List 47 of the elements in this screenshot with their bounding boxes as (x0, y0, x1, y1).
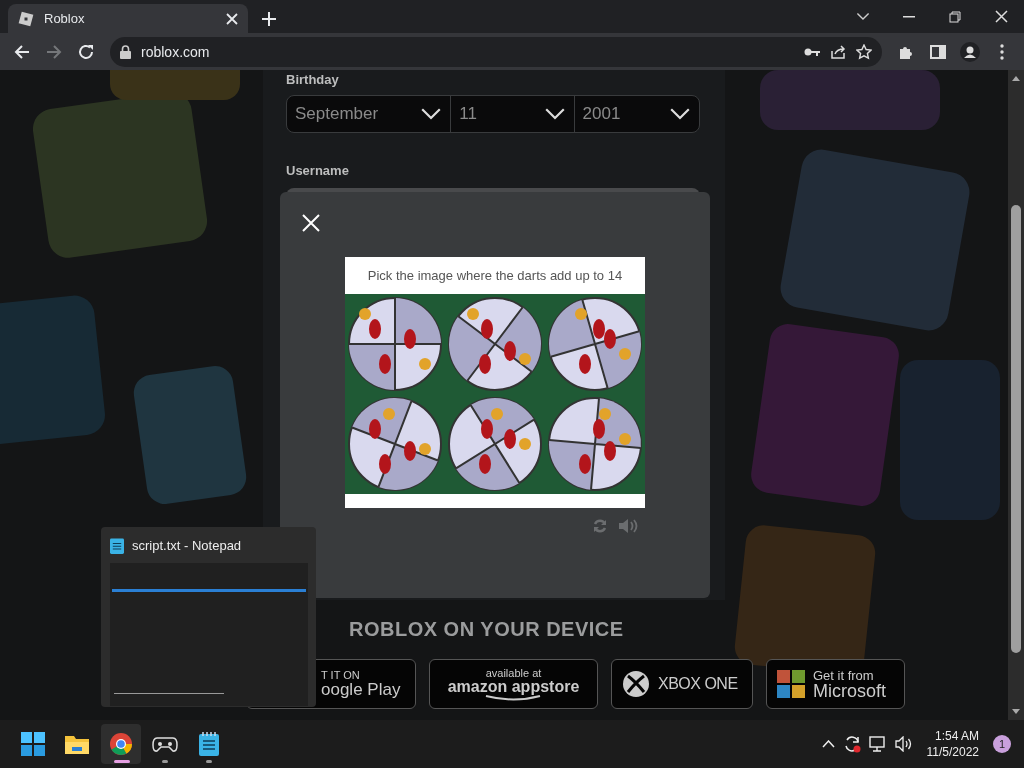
windows-logo-icon (777, 670, 805, 698)
store-badge[interactable]: XBOX ONE (611, 659, 753, 709)
scrollbar[interactable] (1008, 70, 1024, 720)
notification-badge[interactable]: 1 (993, 735, 1011, 753)
badge-store-name: Microsoft (813, 681, 886, 700)
chevron-up-icon[interactable] (821, 740, 835, 748)
close-icon[interactable] (302, 214, 320, 232)
windows-start-icon (21, 732, 45, 756)
badge-caption: Get it from (813, 668, 875, 682)
badge-store-name: XBOX ONE (658, 675, 738, 693)
gamepad-icon (152, 735, 178, 753)
clock-date[interactable]: 11/5/2022 (926, 744, 979, 760)
chrome-icon (109, 732, 133, 756)
close-tab-icon[interactable] (226, 12, 238, 25)
notepad-icon (110, 537, 124, 554)
taskbar-thumbnail-tooltip[interactable]: script.txt - Notepad (101, 527, 316, 707)
chevron-down-icon (856, 12, 870, 21)
badge-store-name: oogle Play (321, 681, 401, 698)
key-icon[interactable] (804, 46, 820, 57)
share-icon[interactable] (830, 43, 846, 60)
notepad-icon (199, 732, 219, 756)
star-icon[interactable] (856, 43, 872, 60)
birthday-label: Birthday (286, 72, 340, 87)
preview-title: script.txt - Notepad (132, 538, 242, 553)
scroll-up-icon[interactable] (1012, 76, 1020, 81)
badge-store-name: amazon appstore (447, 678, 580, 695)
roblox-favicon-icon (18, 10, 34, 27)
sync-icon[interactable] (842, 735, 861, 753)
xbox-logo-icon (622, 670, 650, 698)
captcha-prompt: Pick the image where the darts add up to 14 (366, 267, 624, 285)
volume-icon[interactable] (894, 736, 913, 752)
store-badge[interactable]: Get it from Microsoft (766, 659, 905, 709)
folder-icon (64, 733, 90, 755)
badge-caption: T IT ON (321, 670, 361, 681)
store-badge[interactable]: available at amazon appstore (429, 659, 598, 709)
lock-icon (120, 44, 131, 59)
browser-tab[interactable]: Roblox (8, 4, 248, 33)
badge-caption: available at (485, 667, 542, 679)
clock-time[interactable]: 1:54 AM (934, 728, 979, 744)
username-label: Username (286, 163, 350, 178)
taskbar-app[interactable] (101, 724, 141, 764)
scroll-down-icon[interactable] (1012, 709, 1020, 714)
tab-title: Roblox (44, 11, 86, 26)
network-icon[interactable] (868, 736, 887, 752)
url-text: roblox.com (141, 43, 211, 60)
address-bar[interactable]: roblox.com (110, 36, 882, 67)
section-heading: ROBLOX ON YOUR DEVICE (349, 618, 624, 641)
